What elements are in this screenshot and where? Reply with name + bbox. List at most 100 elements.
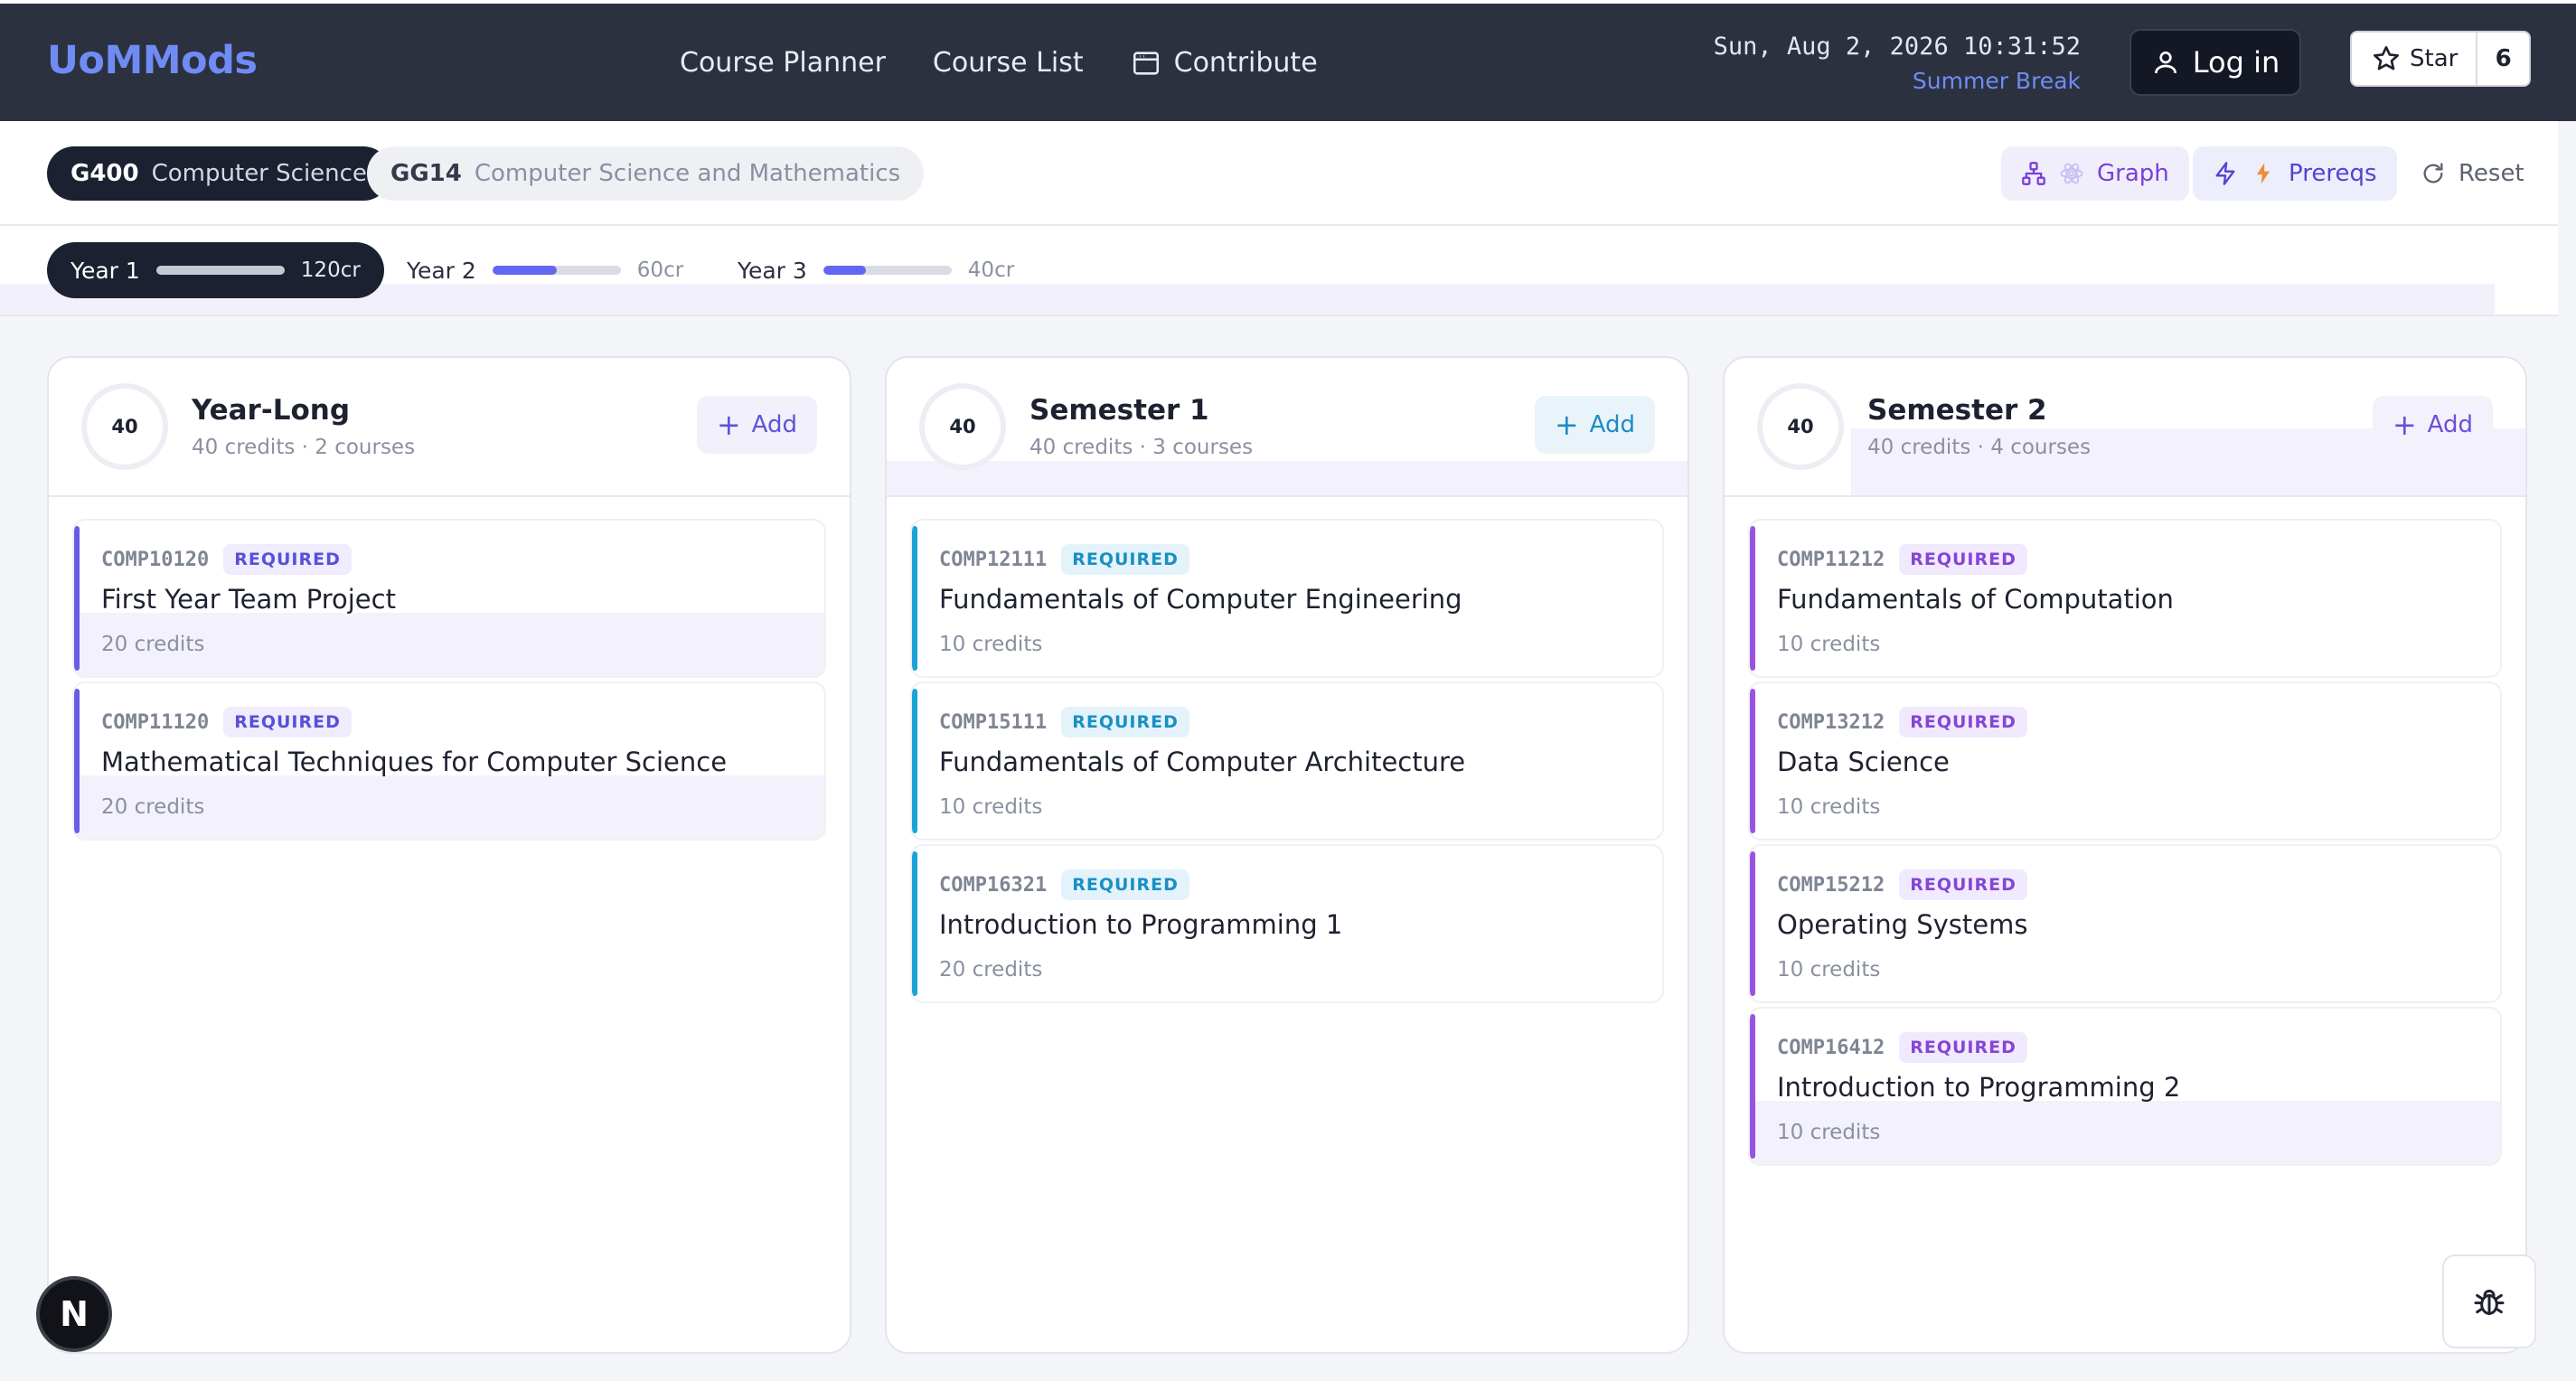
course-name: Fundamentals of Computer Engineering — [939, 584, 1462, 615]
nav-course-list-label: Course List — [932, 47, 1084, 79]
login-label: Log in — [2192, 45, 2280, 80]
user-icon — [2154, 52, 2176, 74]
star-section[interactable]: Star — [2352, 33, 2478, 85]
program-pill-gg14[interactable]: GG14 Computer Science and Mathematics — [367, 146, 925, 201]
course-code: COMP15111 — [939, 710, 1048, 734]
column-header: 40 Year-Long 40 credits · 2 courses + Add — [49, 358, 850, 497]
card-meta: COMP16321 REQUIRED — [939, 869, 1189, 900]
card-meta: COMP15111 REQUIRED — [939, 707, 1189, 737]
add-label: Add — [751, 411, 797, 438]
course-credits: 20 credits — [101, 795, 205, 819]
add-label: Add — [1589, 411, 1635, 438]
course-name: Operating Systems — [1777, 909, 2028, 940]
year-label: Year 1 — [71, 257, 140, 284]
course-name: Fundamentals of Computation — [1777, 584, 2174, 615]
card-accent — [912, 689, 917, 833]
course-credits: 20 credits — [939, 958, 1043, 982]
required-badge: REQUIRED — [223, 707, 352, 737]
card-meta: COMP11212 REQUIRED — [1777, 544, 2027, 575]
card-meta: COMP10120 REQUIRED — [101, 544, 352, 575]
term-label: Summer Break — [1912, 68, 2081, 94]
add-course-button[interactable]: + Add — [2372, 396, 2493, 454]
required-badge: REQUIRED — [1061, 544, 1189, 575]
column-header: 40 Semester 2 40 credits · 4 courses + Ad… — [1725, 358, 2525, 497]
year-progress-bar — [155, 266, 285, 275]
course-card[interactable]: COMP16412 REQUIRED Introduction to Progra… — [1748, 1007, 2502, 1166]
course-list: COMP10120 REQUIRED First Year Team Projec… — [72, 519, 826, 844]
year-tab-1[interactable]: Year 1 120cr — [47, 242, 384, 298]
plus-icon: + — [2392, 408, 2417, 442]
column-subtitle: 40 credits · 3 courses — [1029, 436, 1254, 459]
reset-button[interactable]: Reset — [2401, 146, 2544, 201]
brand-logo[interactable]: UoMMods — [47, 38, 258, 83]
card-accent — [912, 526, 917, 671]
course-code: COMP11120 — [101, 710, 210, 734]
course-name: Mathematical Techniques for Computer Sci… — [101, 747, 728, 777]
year-tab-3[interactable]: Year 3 40cr — [714, 242, 1038, 298]
program-code: G400 — [71, 160, 139, 187]
nav-course-planner-label: Course Planner — [680, 47, 886, 79]
nextjs-dev-badge[interactable]: N — [36, 1276, 112, 1352]
year-progress-fill — [155, 266, 285, 275]
clock-time: Sun, Aug 2, 2026 10:31:52 — [1713, 33, 2081, 61]
course-card[interactable]: COMP16321 REQUIRED Introduction to Progra… — [910, 844, 1664, 1003]
course-name: Introduction to Programming 1 — [939, 909, 1343, 940]
course-card[interactable]: COMP10120 REQUIRED First Year Team Projec… — [72, 519, 826, 678]
prereqs-button[interactable]: Prereqs — [2193, 146, 2397, 201]
star-icon — [2374, 46, 2399, 70]
top-nav-bar: UoMMods Course Planner Course List Contr… — [0, 4, 2576, 121]
column-subtitle: 40 credits · 4 courses — [1867, 436, 2092, 459]
course-code: COMP11212 — [1777, 548, 1885, 571]
scrollbar-gutter — [2558, 121, 2576, 1381]
course-code: COMP16321 — [939, 873, 1048, 897]
plus-icon: + — [1554, 408, 1579, 442]
course-code: COMP12111 — [939, 548, 1048, 571]
program-selector-row: G400 Computer Science GG14 Computer Scie… — [0, 121, 2576, 226]
required-badge: REQUIRED — [1899, 869, 2027, 900]
year-tab-2[interactable]: Year 2 60cr — [383, 242, 707, 298]
nav-course-list[interactable]: Course List — [933, 47, 1084, 79]
login-button[interactable]: Log in — [2129, 29, 2301, 96]
column-semester-2: 40 Semester 2 40 credits · 4 courses + Ad… — [1723, 356, 2527, 1354]
graph-button[interactable]: Graph — [2001, 146, 2189, 201]
credits-ring: 40 — [1757, 383, 1844, 470]
year-progress-bar — [492, 266, 621, 275]
year-credits: 40cr — [967, 258, 1015, 282]
course-credits: 10 credits — [1777, 795, 1881, 819]
course-credits: 10 credits — [939, 795, 1043, 819]
card-accent — [1750, 526, 1755, 671]
lightning-outline-icon — [2215, 162, 2235, 185]
nav-course-planner[interactable]: Course Planner — [680, 47, 886, 79]
card-accent — [912, 851, 917, 996]
nav-contribute-label: Contribute — [1173, 47, 1318, 79]
program-name: Computer Science — [151, 160, 367, 187]
github-star-button[interactable]: Star 6 — [2350, 31, 2531, 87]
add-label: Add — [2427, 411, 2473, 438]
column-title: Year-Long — [192, 394, 351, 427]
course-card[interactable]: COMP13212 REQUIRED Data Science 10 credit… — [1748, 681, 2502, 841]
credits-ring: 40 — [81, 383, 168, 470]
course-credits: 10 credits — [939, 633, 1043, 656]
star-count: 6 — [2495, 45, 2512, 72]
course-card[interactable]: COMP11120 REQUIRED Mathematical Technique… — [72, 681, 826, 841]
column-semester-1: 40 Semester 1 40 credits · 3 courses + Ad… — [885, 356, 1689, 1354]
required-badge: REQUIRED — [223, 544, 352, 575]
course-card[interactable]: COMP11212 REQUIRED Fundamentals of Comput… — [1748, 519, 2502, 678]
year-credits: 120cr — [300, 258, 361, 282]
required-badge: REQUIRED — [1061, 707, 1189, 737]
course-code: COMP16412 — [1777, 1036, 1885, 1059]
add-course-button[interactable]: + Add — [1534, 396, 1655, 454]
card-accent — [74, 689, 80, 833]
main-nav: Course Planner Course List Contribute — [680, 47, 1318, 79]
nav-contribute[interactable]: Contribute — [1131, 47, 1318, 79]
year-tabs-row: Year 1 120cr Year 2 60cr Year 3 40cr — [0, 226, 2576, 316]
required-badge: REQUIRED — [1899, 707, 2027, 737]
report-bug-button[interactable] — [2442, 1254, 2536, 1348]
course-card[interactable]: COMP12111 REQUIRED Fundamentals of Comput… — [910, 519, 1664, 678]
program-pill-g400[interactable]: G400 Computer Science — [47, 146, 390, 201]
course-card[interactable]: COMP15111 REQUIRED Fundamentals of Comput… — [910, 681, 1664, 841]
course-code: COMP15212 — [1777, 873, 1885, 897]
add-course-button[interactable]: + Add — [696, 396, 817, 454]
course-card[interactable]: COMP15212 REQUIRED Operating Systems 10 c… — [1748, 844, 2502, 1003]
year-label: Year 3 — [738, 257, 807, 284]
